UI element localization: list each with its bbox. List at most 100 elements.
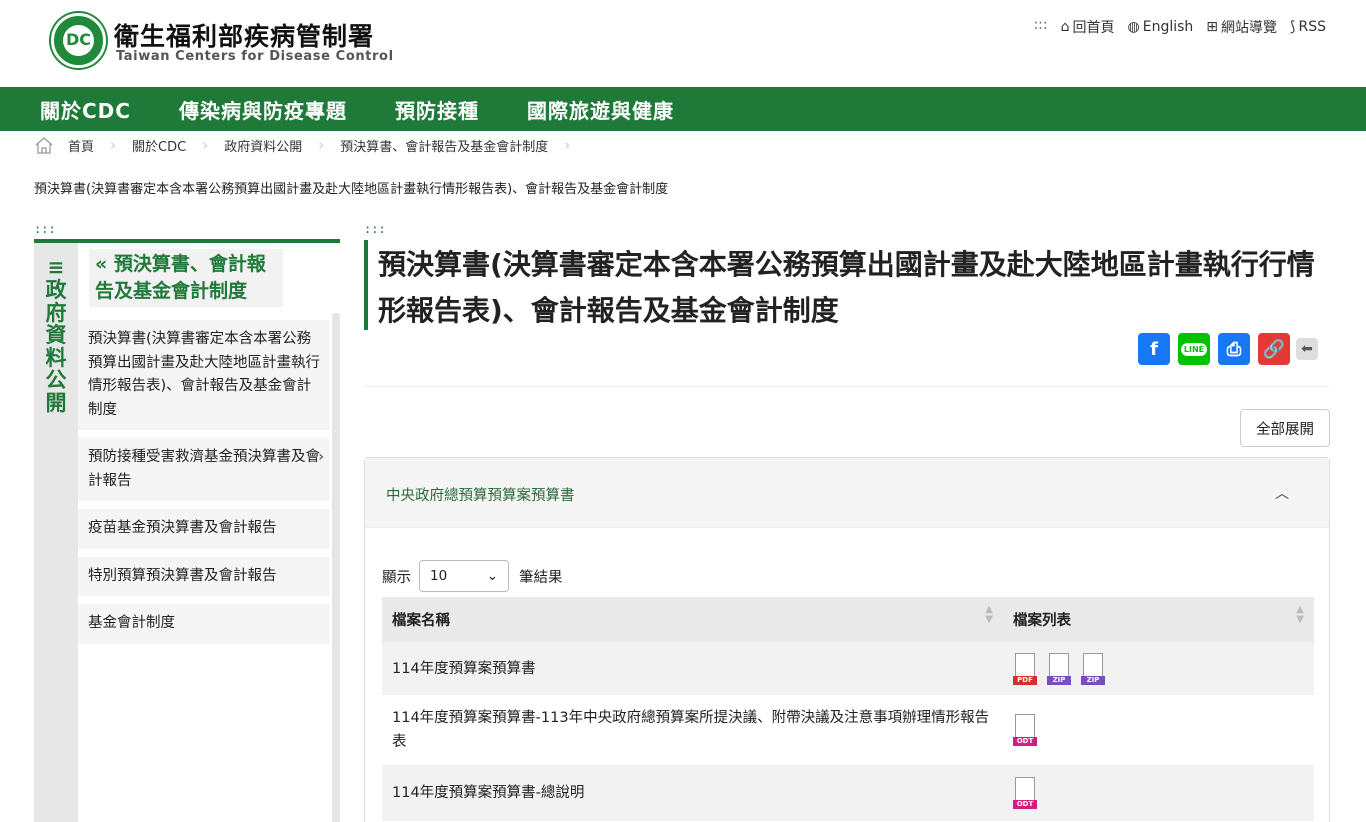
nav-item-about[interactable]: 關於CDC — [40, 95, 131, 124]
table-header: 檔案名稱 ▲ ▼ 檔案列表 ▲ ▼ — [382, 597, 1314, 642]
facebook-icon: f — [1150, 338, 1158, 360]
file-links-cell: ODT — [1003, 695, 1314, 765]
zip-file-icon[interactable]: ZIP — [1047, 652, 1073, 685]
accesskey-top[interactable]: ::: — [1033, 17, 1047, 37]
title-accent-bar — [364, 240, 368, 330]
column-header-filename[interactable]: 檔案名稱 ▲ ▼ — [382, 605, 1003, 630]
sidebar-item-fund-accounting[interactable]: 基金會計制度 — [78, 604, 330, 644]
facebook-share-button[interactable]: f — [1138, 333, 1170, 365]
top-links: ::: ⌂ 回首頁 ◍ English ⊞ 網站導覽 ⟆ RSS — [1033, 17, 1326, 37]
page-title: 預決算書(決算書審定本含本署公務預算出國計畫及赴大陸地區計畫執行行情形報告表)、… — [378, 248, 1315, 327]
file-links-cell: PDF ZIP ZIP — [1003, 642, 1314, 695]
back-button[interactable]: ⬅ — [1296, 338, 1318, 360]
chevron-right-icon: › — [564, 136, 571, 154]
line-icon: LINE — [1180, 342, 1208, 356]
breadcrumb-open-data[interactable]: 政府資料公開 — [224, 136, 302, 155]
home-link-label: 回首頁 — [1072, 20, 1115, 36]
pdf-file-icon[interactable]: PDF — [1013, 652, 1039, 685]
sidebar-vertical-title: 政府資料公開 — [45, 278, 67, 415]
divider — [364, 386, 1329, 387]
sidebar-list: 預決算書(決算書審定本含本署公務預算出國計畫及赴大陸地區計畫執行情形報告表)、會… — [78, 320, 330, 652]
column-header-files[interactable]: 檔案列表 ▲ ▼ — [1003, 605, 1314, 630]
cdc-logo[interactable]: DC — [51, 13, 106, 68]
print-button[interactable]: ⎙ — [1218, 333, 1250, 365]
sitemap-link[interactable]: ⊞ 網站導覽 — [1206, 17, 1277, 37]
line-share-button[interactable]: LINE — [1178, 333, 1210, 365]
copy-link-button[interactable]: 🔗 — [1258, 333, 1290, 365]
rss-icon: ⟆ — [1290, 19, 1296, 35]
sidebar-toggle[interactable]: ≡ 政府資料公開 — [34, 243, 78, 822]
chevron-right-icon: › — [318, 449, 324, 465]
globe-icon: ◍ — [1127, 19, 1140, 35]
breadcrumb-current[interactable]: 預決算書、會計報告及基金會計制度 — [340, 136, 548, 155]
file-links-cell: ODT — [1003, 765, 1314, 821]
breadcrumb-home[interactable]: 首頁 — [68, 136, 94, 155]
file-name-cell: 114年度預算案預算書 — [392, 660, 536, 677]
zip-file-icon[interactable]: ZIP — [1081, 652, 1107, 685]
sidebar-item-label: 預決算書(決算書審定本含本署公務預算出國計畫及赴大陸地區計畫執行情形報告表)、會… — [88, 331, 320, 418]
table-row: 114年度預算案預算書 PDF ZIP ZIP — [382, 642, 1314, 695]
page-size-control: 顯示 10 ⌄ 筆結果 — [382, 560, 563, 592]
home-icon: ⌂ — [1060, 19, 1070, 35]
page-subtitle: 預決算書(決算書審定本含本署公務預算出國計畫及赴大陸地區計畫執行情形報告表)、會… — [34, 182, 669, 197]
accordion-title: 中央政府總預算預算案預算書 — [386, 488, 575, 504]
chevron-down-icon: ⌄ — [486, 568, 498, 584]
nav-item-vaccination[interactable]: 預防接種 — [395, 95, 479, 124]
sidebar: ≡ 政府資料公開 « 預決算書、會計報告及基金會計制度 預決算書(決算書審定本含… — [34, 239, 340, 822]
sidebar-item-vaccine-fund[interactable]: 疫苗基金預決算書及會計報告 — [78, 509, 330, 549]
page-size-select[interactable]: 10 ⌄ — [419, 560, 509, 592]
odt-file-icon[interactable]: ODT — [1013, 777, 1039, 809]
breadcrumb: 首頁 › 關於CDC › 政府資料公開 › 預決算書、會計報告及基金會計制度 › — [34, 134, 586, 156]
org-name[interactable]: 衛生福利部疾病管制署 — [114, 17, 374, 53]
table-row: 114年度預算案預算書-總說明 ODT — [382, 765, 1314, 821]
home-link[interactable]: ⌂ 回首頁 — [1061, 17, 1115, 37]
sidebar-item-budget-reports[interactable]: 預決算書(決算書審定本含本署公務預算出國計畫及赴大陸地區計畫執行情形報告表)、會… — [78, 320, 330, 430]
rss-link-label: RSS — [1298, 19, 1326, 35]
arrow-left-icon: ⬅ — [1301, 341, 1313, 357]
sidebar-item-label: 基金會計制度 — [88, 615, 175, 631]
show-prefix: 顯示 — [382, 569, 411, 586]
accordion-header[interactable]: 中央政府總預算預算案預算書 ︿ — [365, 458, 1329, 528]
sidebar-item-label: 疫苗基金預決算書及會計報告 — [88, 520, 277, 536]
column-header-label: 檔案名稱 — [392, 613, 450, 629]
house-icon[interactable] — [34, 135, 54, 155]
sidebar-item-vaccine-injury-fund[interactable]: 預防接種受害救濟基金預決算書及會計報告 › — [78, 438, 330, 501]
table-row: 114年度預算案預算書-113年中央政府總預算案所提決議、附帶決議及注意事項辦理… — [382, 695, 1314, 765]
share-toolbar: f LINE ⎙ 🔗 ⬅ — [1138, 333, 1318, 365]
odt-file-icon[interactable]: ODT — [1013, 714, 1039, 746]
expand-all-button[interactable]: 全部展開 — [1240, 409, 1330, 447]
column-header-label: 檔案列表 — [1013, 613, 1071, 629]
accesskey-main[interactable]: ::: — [364, 222, 386, 236]
sidebar-item-special-budget[interactable]: 特別預算預決算書及會計報告 — [78, 556, 330, 596]
printer-icon: ⎙ — [1226, 338, 1242, 360]
org-name-en[interactable]: Taiwan Centers for Disease Control — [116, 49, 394, 64]
nav-item-diseases[interactable]: 傳染病與防疫專題 — [179, 95, 347, 124]
sidebar-item-label: 特別預算預決算書及會計報告 — [88, 567, 277, 584]
page-size-value: 10 — [430, 568, 448, 584]
logo-letter: DC — [66, 30, 92, 49]
sort-icon: ▲ ▼ — [1296, 604, 1304, 625]
site-header: DC 衛生福利部疾病管制署 Taiwan Centers for Disease… — [0, 0, 1366, 87]
breadcrumb-about[interactable]: 關於CDC — [132, 136, 186, 155]
link-icon: 🔗 — [1262, 338, 1286, 360]
sidebar-section-title[interactable]: « 預決算書、會計報告及基金會計制度 — [89, 249, 283, 307]
show-suffix: 筆結果 — [519, 569, 563, 586]
english-link-label: English — [1142, 19, 1194, 35]
sort-icon: ▲ ▼ — [985, 604, 993, 625]
hamburger-icon: ≡ — [47, 255, 65, 279]
sitemap-icon: ⊞ — [1206, 19, 1219, 35]
accordion-panel: 中央政府總預算預算案預算書 ︿ 顯示 10 ⌄ 筆結果 檔案名稱 ▲ ▼ 檔案列表… — [364, 457, 1330, 822]
chevron-right-icon: › — [110, 136, 117, 154]
accesskey-left[interactable]: ::: — [34, 222, 56, 236]
sidebar-scrollbar[interactable] — [332, 313, 340, 822]
chevron-right-icon: › — [318, 136, 325, 154]
chevron-up-icon: ︿ — [1275, 486, 1289, 502]
rss-link[interactable]: ⟆ RSS — [1290, 17, 1326, 37]
file-name-cell: 114年度預算案預算書-113年中央政府總預算案所提決議、附帶決議及注意事項辦理… — [392, 710, 990, 750]
files-table: 檔案名稱 ▲ ▼ 檔案列表 ▲ ▼ 114年度預算案預算書 PDF ZIP ZIP — [382, 597, 1314, 821]
nav-item-travel[interactable]: 國際旅遊與健康 — [527, 95, 674, 124]
english-link[interactable]: ◍ English — [1128, 17, 1194, 37]
sidebar-item-label: 預防接種受害救濟基金預決算書及會計報告 — [88, 449, 320, 489]
sitemap-link-label: 網站導覽 — [1221, 20, 1278, 36]
chevron-right-icon: › — [202, 136, 209, 154]
